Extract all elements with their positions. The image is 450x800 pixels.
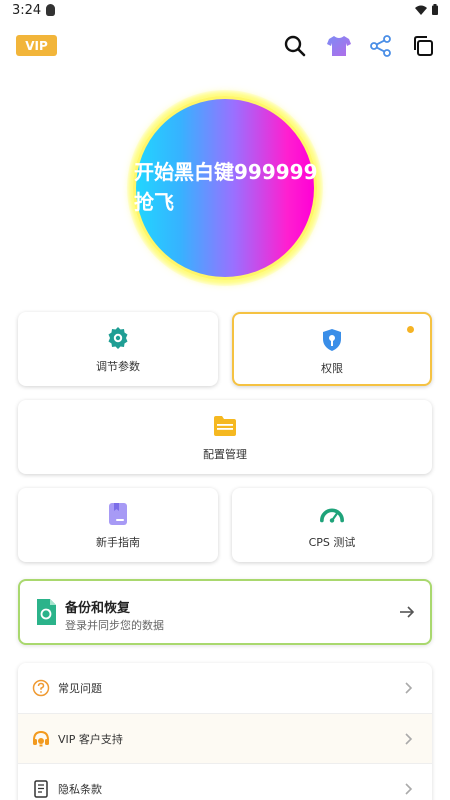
- list-item-privacy[interactable]: 隐私条款: [18, 763, 432, 800]
- notification-dot: [407, 326, 414, 333]
- list-item-faq[interactable]: 常见问题: [18, 663, 432, 713]
- status-bar: 3:24: [0, 0, 450, 22]
- copy-icon[interactable]: [410, 33, 436, 59]
- share-icon[interactable]: [368, 33, 394, 59]
- config-manage-label: 配置管理: [203, 448, 247, 461]
- cps-test-card[interactable]: CPS 测试: [232, 488, 432, 562]
- battery-icon: [432, 4, 438, 15]
- permissions-label: 权限: [321, 362, 343, 375]
- arrow-right-icon: [400, 606, 415, 618]
- orb-label: 开始黑白键999999抢飞: [134, 160, 318, 214]
- settings-list: 常见问题 VIP 客户支持 隐私条款: [18, 663, 432, 800]
- folder-icon: [213, 414, 237, 438]
- tshirt-icon[interactable]: [326, 33, 352, 59]
- adjust-params-label: 调节参数: [96, 360, 140, 373]
- document-icon: [32, 780, 50, 798]
- gear-icon: [106, 326, 130, 350]
- question-circle-icon: [32, 679, 50, 697]
- chevron-right-icon: [405, 682, 413, 694]
- config-manage-card[interactable]: 配置管理: [18, 400, 432, 474]
- wifi-icon: [415, 5, 427, 15]
- search-icon[interactable]: [282, 33, 308, 59]
- list-item-vip-support[interactable]: VIP 客户支持: [18, 713, 432, 763]
- faq-label: 常见问题: [58, 682, 102, 695]
- backup-subtitle: 登录并同步您的数据: [65, 619, 164, 632]
- backup-file-icon: [37, 599, 56, 625]
- backup-title: 备份和恢复: [65, 601, 131, 616]
- headset-icon: [32, 730, 50, 748]
- chevron-right-icon: [405, 733, 413, 745]
- adjust-params-card[interactable]: 调节参数: [18, 312, 218, 386]
- status-icons: [415, 4, 438, 15]
- status-time: 3:24: [12, 3, 42, 18]
- chevron-right-icon: [405, 783, 413, 795]
- permissions-card[interactable]: 权限: [232, 312, 432, 386]
- beginner-guide-label: 新手指南: [96, 536, 140, 549]
- vip-support-label: VIP 客户支持: [58, 733, 123, 746]
- book-icon: [106, 502, 130, 526]
- speedometer-icon: [320, 502, 344, 526]
- vip-badge[interactable]: VIP: [16, 35, 57, 56]
- backup-restore-card[interactable]: 备份和恢复 登录并同步您的数据: [18, 579, 432, 645]
- beginner-guide-card[interactable]: 新手指南: [18, 488, 218, 562]
- notification-icon: [46, 4, 55, 16]
- cps-test-label: CPS 测试: [308, 536, 356, 549]
- shield-key-icon: [320, 328, 344, 352]
- privacy-label: 隐私条款: [58, 783, 102, 796]
